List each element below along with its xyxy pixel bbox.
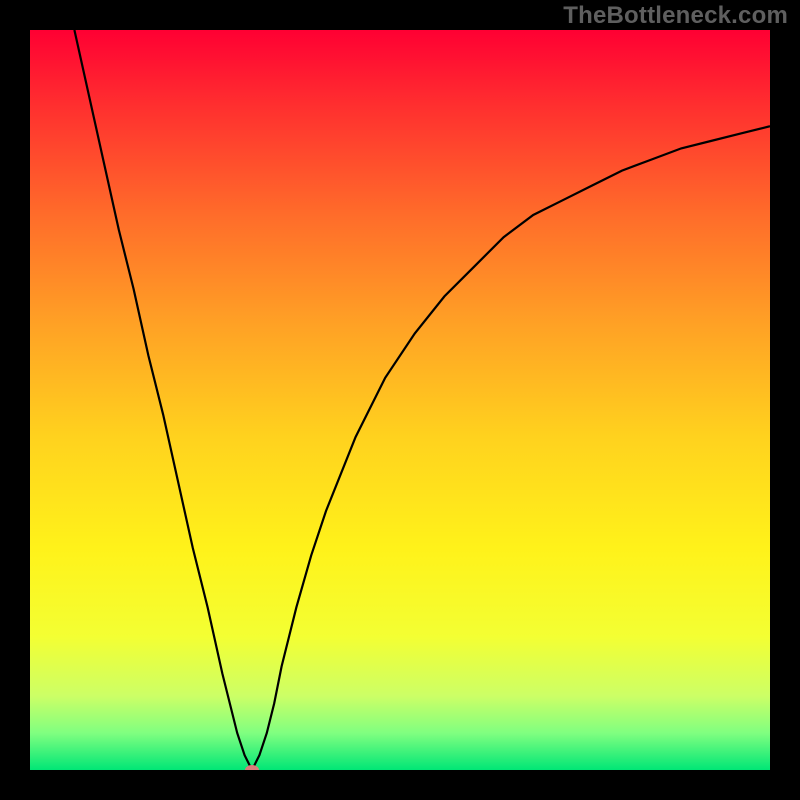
plot-area [30,30,770,770]
gradient-background [30,30,770,770]
watermark-text: TheBottleneck.com [563,2,788,30]
chart-svg [30,30,770,770]
chart-frame: TheBottleneck.com [0,0,800,800]
